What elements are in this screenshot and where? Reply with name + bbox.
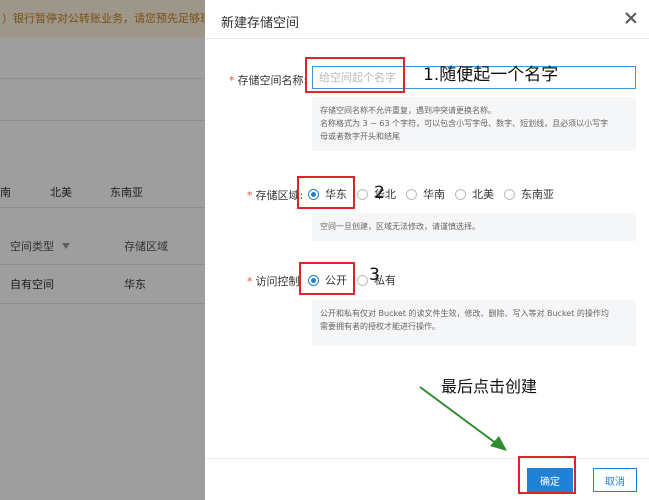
arrow-icon — [419, 386, 507, 451]
highlight-box-confirm — [518, 456, 576, 494]
